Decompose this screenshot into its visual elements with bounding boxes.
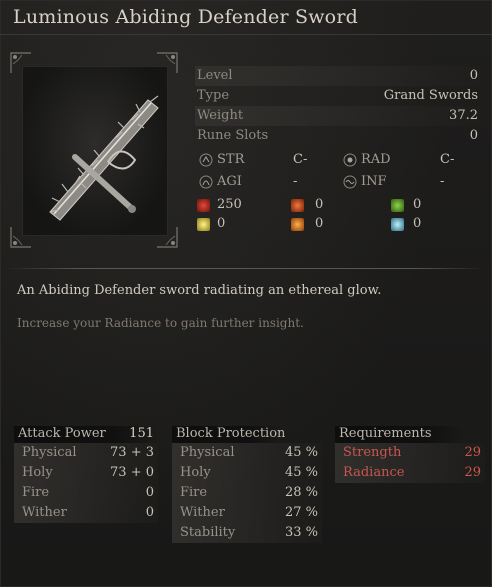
block-label: Fire xyxy=(180,485,208,500)
requirement-label: Radiance xyxy=(343,465,405,480)
scaling-row: STR C- RAD C- xyxy=(195,150,480,172)
item-stats-list: Level 0 Type Grand Swords Weight 37.2 Ru… xyxy=(195,66,480,146)
frame-corner-ornament xyxy=(10,52,32,74)
status-row: 250 0 0 xyxy=(195,196,480,215)
block-value: 27 % xyxy=(284,505,318,520)
attack-row: Wither 0 xyxy=(14,503,158,523)
item-image-frame xyxy=(10,52,178,248)
scaling-grade: C- xyxy=(293,152,308,167)
stat-row-rune-slots: Rune Slots 0 xyxy=(195,126,480,146)
inf-icon xyxy=(343,175,357,189)
scaling-grade: - xyxy=(293,174,298,189)
stat-value: 37.2 xyxy=(449,108,478,123)
status-value: 0 xyxy=(217,216,226,231)
block-label: Stability xyxy=(180,525,236,540)
header-label: Attack Power xyxy=(18,426,106,441)
scaling-label: INF xyxy=(361,174,387,189)
stat-row-type: Type Grand Swords xyxy=(195,86,480,106)
spiked-grand-sword-icon xyxy=(49,95,159,221)
stat-label: Rune Slots xyxy=(197,128,269,143)
attack-row: Holy 73 + 0 xyxy=(14,463,158,483)
status-effects: 250 0 0 0 0 0 xyxy=(195,196,480,236)
rad-icon xyxy=(343,153,357,167)
block-value: 45 % xyxy=(284,465,318,480)
str-icon xyxy=(199,153,213,167)
stat-value: 0 xyxy=(469,128,478,143)
header-label: Requirements xyxy=(339,426,432,441)
attack-value: 0 xyxy=(145,485,154,500)
block-row: Holy 45 % xyxy=(172,463,322,483)
status-value: 250 xyxy=(217,197,242,212)
requirement-value: 29 xyxy=(464,465,481,480)
item-title: Luminous Abiding Defender Sword xyxy=(13,6,358,28)
block-value: 45 % xyxy=(284,445,318,460)
attack-label: Wither xyxy=(22,505,67,520)
item-detail-panel: Luminous Abiding Defender Sword Level 0 … xyxy=(0,0,492,587)
agi-icon xyxy=(199,175,213,189)
attack-power-header: Attack Power 151 xyxy=(14,425,158,443)
status-value: 0 xyxy=(413,197,422,212)
block-label: Wither xyxy=(180,505,225,520)
attack-power-total: 151 xyxy=(129,426,154,441)
block-value: 28 % xyxy=(284,485,318,500)
scaling-label: RAD xyxy=(361,152,391,167)
stat-value: 0 xyxy=(469,68,478,83)
block-protection-header: Block Protection xyxy=(172,425,322,443)
requirements-header: Requirements xyxy=(335,425,485,443)
scaling-label: STR xyxy=(217,152,245,167)
block-label: Holy xyxy=(180,465,211,480)
stat-row-weight: Weight 37.2 xyxy=(195,106,480,126)
stat-value: Grand Swords xyxy=(383,88,478,103)
insight-hint: Increase your Radiance to gain further i… xyxy=(17,316,304,330)
attack-power-block: Attack Power 151 Physical 73 + 3 Holy 73… xyxy=(14,425,158,523)
scaling-grade: - xyxy=(440,174,445,189)
poison-icon xyxy=(391,199,404,212)
title-divider xyxy=(0,34,492,35)
scaling-row: AGI - INF - xyxy=(195,172,480,194)
stat-row-level: Level 0 xyxy=(195,66,480,86)
radiance-icon xyxy=(197,218,210,231)
burn-icon xyxy=(291,199,304,212)
section-divider xyxy=(6,268,486,269)
block-row: Stability 33 % xyxy=(172,523,322,543)
scaling-label: AGI xyxy=(217,174,242,189)
block-value: 33 % xyxy=(284,525,318,540)
block-row: Wither 27 % xyxy=(172,503,322,523)
status-value: 0 xyxy=(413,216,422,231)
stat-label: Type xyxy=(197,88,230,103)
attack-label: Fire xyxy=(22,485,50,500)
requirement-label: Strength xyxy=(343,445,402,460)
block-row: Physical 45 % xyxy=(172,443,322,463)
status-row: 0 0 0 xyxy=(195,215,480,234)
attack-row: Fire 0 xyxy=(14,483,158,503)
scaling-grade: C- xyxy=(440,152,455,167)
attack-value: 0 xyxy=(145,505,154,520)
status-value: 0 xyxy=(315,197,324,212)
header-label: Block Protection xyxy=(176,426,286,441)
attack-label: Physical xyxy=(22,445,77,460)
status-value: 0 xyxy=(315,216,324,231)
requirement-value: 29 xyxy=(464,445,481,460)
item-description: An Abiding Defender sword radiating an e… xyxy=(17,283,382,298)
block-row: Fire 28 % xyxy=(172,483,322,503)
attack-row: Physical 73 + 3 xyxy=(14,443,158,463)
frame-corner-ornament xyxy=(156,52,178,74)
requirements-block: Requirements Strength 29 Radiance 29 xyxy=(335,425,485,483)
frost-icon xyxy=(391,218,404,231)
attribute-scaling: STR C- RAD C- AGI - INF - xyxy=(195,150,480,194)
block-protection-block: Block Protection Physical 45 % Holy 45 %… xyxy=(172,425,322,543)
attack-value: 73 + 0 xyxy=(110,465,154,480)
requirement-row: Radiance 29 xyxy=(335,463,485,483)
bleed-icon xyxy=(197,199,210,212)
attack-label: Holy xyxy=(22,465,53,480)
attack-value: 73 + 3 xyxy=(110,445,154,460)
stat-label: Weight xyxy=(197,108,244,123)
fire-burst-icon xyxy=(291,218,304,231)
block-label: Physical xyxy=(180,445,235,460)
stat-label: Level xyxy=(197,68,233,83)
requirement-row: Strength 29 xyxy=(335,443,485,463)
